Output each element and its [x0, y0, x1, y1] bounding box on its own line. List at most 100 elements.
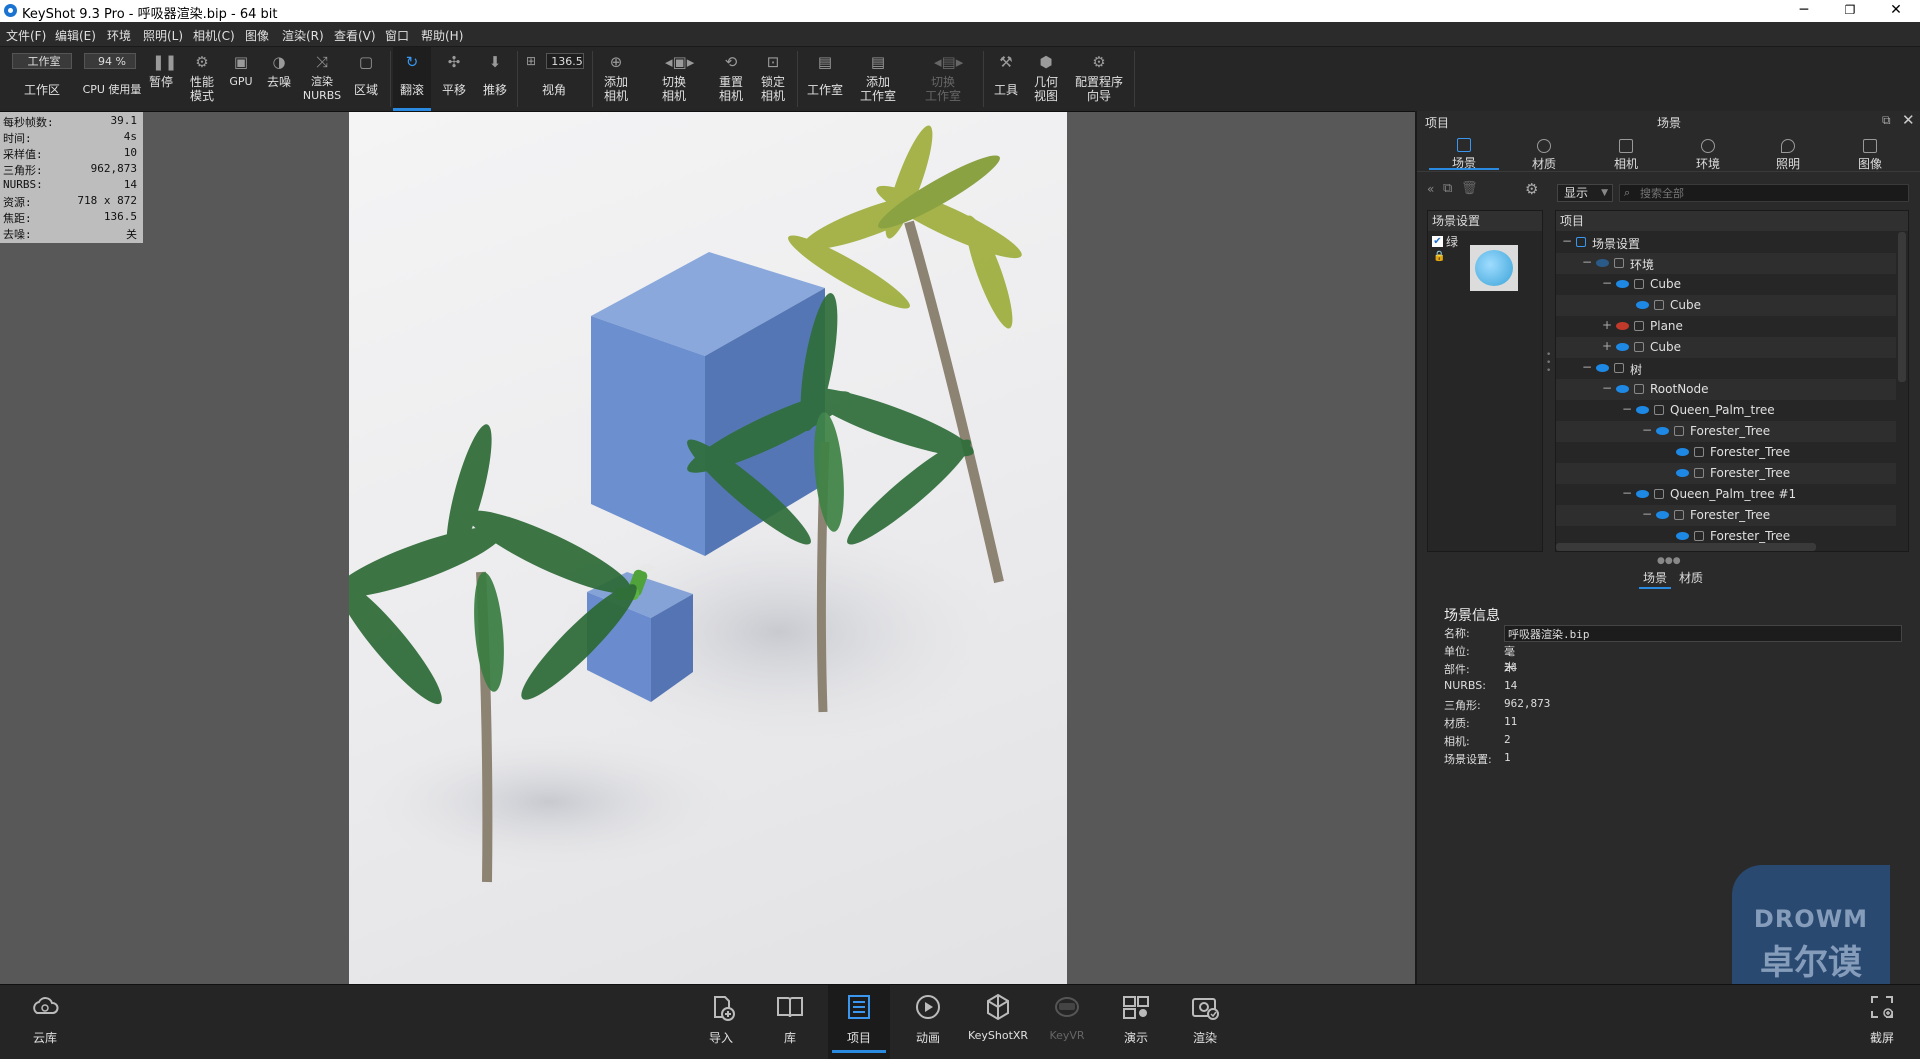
performance-mode-button[interactable]: ⚙ 性能 模式	[184, 47, 220, 111]
menu-help[interactable]: 帮助(H)	[421, 27, 463, 44]
show-select[interactable]: 显示 ▼	[1557, 184, 1613, 202]
menu-environment[interactable]: 环境	[107, 27, 131, 44]
tab-scene[interactable]: 场景	[1429, 136, 1499, 170]
render-viewport[interactable]	[349, 112, 1067, 984]
cpu-usage-select[interactable]: 94 %	[84, 53, 136, 69]
add-camera-button[interactable]: ⊕ 添加 相机	[596, 47, 636, 111]
collapse-node-icon[interactable]: −	[1562, 234, 1572, 248]
render-nurbs-button[interactable]: ⤨ 渲染 NURBS	[302, 47, 342, 111]
menu-lighting[interactable]: 照明(L)	[143, 27, 183, 44]
visibility-eye-icon[interactable]	[1616, 343, 1629, 351]
collapse-node-icon[interactable]: −	[1582, 360, 1592, 374]
tab-materials[interactable]: 材质	[1509, 137, 1579, 171]
tree-row[interactable]: − Cube	[1556, 274, 1896, 295]
tab-camera[interactable]: 相机	[1591, 137, 1661, 171]
subtab-scene[interactable]: 场景	[1639, 569, 1671, 589]
visibility-eye-icon[interactable]	[1656, 511, 1669, 519]
tree-row[interactable]: + Plane	[1556, 316, 1896, 337]
keyvr-button[interactable]: KeyVR	[1036, 985, 1098, 1059]
visibility-eye-icon[interactable]	[1616, 385, 1629, 393]
collapse-node-icon[interactable]: −	[1602, 381, 1612, 395]
collapse-node-icon[interactable]: −	[1642, 423, 1652, 437]
visibility-eye-icon[interactable]	[1616, 322, 1629, 330]
tree-row[interactable]: − Forester_Tree	[1556, 421, 1896, 442]
visibility-eye-icon[interactable]	[1616, 280, 1629, 288]
screenshot-button[interactable]: 截屏	[1851, 985, 1913, 1059]
configurator-wizard-button[interactable]: ⚙ 配置程序 向导	[1070, 47, 1128, 111]
scene-set-thumbnail[interactable]	[1470, 245, 1518, 291]
tree-row[interactable]: − RootNode	[1556, 379, 1896, 400]
visibility-eye-icon[interactable]	[1596, 364, 1609, 372]
float-panel-icon[interactable]: ⧉	[1882, 113, 1891, 128]
collapse-node-icon[interactable]: −	[1602, 276, 1612, 290]
pause-button[interactable]: ❚❚ 暂停	[146, 47, 177, 111]
tree-row[interactable]: + Cube	[1556, 337, 1896, 358]
tree-row[interactable]: − 树	[1556, 358, 1896, 379]
tab-image[interactable]: 图像	[1835, 137, 1905, 171]
collapse-node-icon[interactable]: −	[1622, 486, 1632, 500]
menu-window[interactable]: 窗口	[385, 27, 409, 44]
tree-row[interactable]: − 环境	[1556, 253, 1896, 274]
visibility-eye-icon[interactable]	[1676, 448, 1689, 456]
add-studio-button[interactable]: ▤ 添加 工作室	[854, 47, 902, 111]
menu-edit[interactable]: 编辑(E)	[55, 27, 96, 44]
pan-button[interactable]: ✣ 平移	[435, 47, 473, 111]
scene-set-checkbox[interactable]: ✔	[1432, 236, 1443, 247]
project-button[interactable]: 项目	[828, 985, 890, 1059]
region-button[interactable]: ▢ 区域	[348, 47, 384, 111]
maximize-button[interactable]: ❐	[1827, 0, 1873, 22]
library-button[interactable]: 库	[759, 985, 821, 1059]
tree-hscrollbar[interactable]	[1556, 543, 1816, 551]
tumble-button[interactable]: ↻ 翻滚	[393, 47, 431, 111]
visibility-eye-icon[interactable]	[1636, 301, 1649, 309]
splitter-handle-icon[interactable]: • • •	[1546, 351, 1551, 376]
switch-camera-button[interactable]: ◂▣▸ 切换 相机	[646, 47, 702, 111]
visibility-eye-icon[interactable]	[1636, 406, 1649, 414]
switch-studio-button[interactable]: ◂▤▸ 切换 工作室	[910, 47, 976, 111]
cloud-library-button[interactable]: 云库	[14, 985, 76, 1059]
lock-icon[interactable]: 🔒	[1433, 251, 1445, 262]
expand-icon[interactable]: +	[1602, 339, 1612, 353]
denoise-button[interactable]: ◑ 去噪	[262, 47, 296, 111]
collapse-node-icon[interactable]: −	[1642, 507, 1652, 521]
tree-row[interactable]: Forester_Tree	[1556, 463, 1896, 484]
panel-close-icon[interactable]: ✕	[1902, 111, 1915, 129]
tools-button[interactable]: ⚒ 工具	[988, 47, 1024, 111]
link-icon[interactable]: ⧉	[1443, 181, 1452, 196]
subtab-materials[interactable]: 材质	[1675, 569, 1707, 587]
render-button[interactable]: 渲染	[1174, 985, 1236, 1059]
tree-row[interactable]: − Forester_Tree	[1556, 505, 1896, 526]
animation-button[interactable]: 动画	[897, 985, 959, 1059]
menu-image[interactable]: 图像	[245, 27, 269, 44]
gpu-button[interactable]: ▣ GPU	[226, 47, 256, 111]
geometry-view-button[interactable]: ⬢ 几何 视图	[1028, 47, 1064, 111]
visibility-eye-icon[interactable]	[1676, 532, 1689, 540]
visibility-eye-icon[interactable]	[1596, 259, 1609, 267]
collapse-node-icon[interactable]: −	[1582, 255, 1592, 269]
minimize-button[interactable]: ─	[1781, 0, 1827, 22]
visibility-eye-icon[interactable]	[1636, 490, 1649, 498]
lock-camera-button[interactable]: ⊡ 锁定 相机	[754, 47, 792, 111]
close-button[interactable]: ✕	[1873, 0, 1919, 22]
visibility-eye-icon[interactable]	[1656, 427, 1669, 435]
expand-icon[interactable]: +	[1602, 318, 1612, 332]
search-input[interactable]	[1640, 186, 1900, 200]
tab-environment[interactable]: 环境	[1673, 137, 1743, 171]
menu-file[interactable]: 文件(F)	[6, 27, 46, 44]
gear-icon[interactable]: ⚙	[1525, 180, 1538, 198]
trash-icon[interactable]: 🗑	[1461, 181, 1478, 196]
reset-camera-button[interactable]: ⟲ 重置 相机	[712, 47, 750, 111]
tree-scrollbar[interactable]	[1898, 232, 1906, 382]
tree-row[interactable]: Forester_Tree	[1556, 442, 1896, 463]
studio-button[interactable]: ▤ 工作室	[800, 47, 850, 111]
tree-row[interactable]: − Queen_Palm_tree #1	[1556, 484, 1896, 505]
tree-row[interactable]: − Queen_Palm_tree	[1556, 400, 1896, 421]
tree-row[interactable]: Cube	[1556, 295, 1896, 316]
menu-render[interactable]: 渲染(R)	[282, 27, 324, 44]
workspace-select[interactable]: 工作室	[12, 53, 72, 69]
fov-input[interactable]: 136.5	[546, 53, 584, 69]
collapse-icon[interactable]: «	[1427, 182, 1434, 196]
search-field[interactable]: ⌕	[1619, 184, 1909, 202]
tab-lighting[interactable]: 照明	[1753, 137, 1823, 171]
menu-camera[interactable]: 相机(C)	[193, 27, 235, 44]
